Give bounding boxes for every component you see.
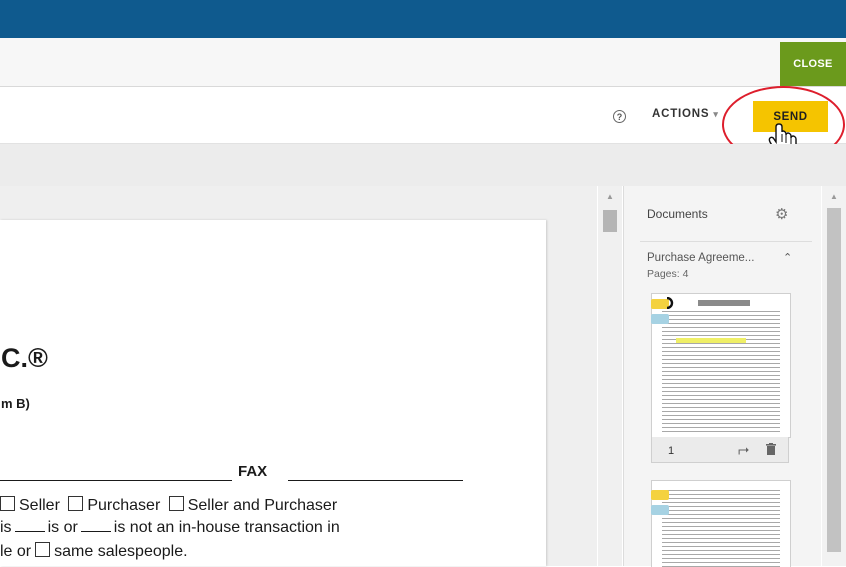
close-button[interactable]: CLOSE [780,42,846,86]
checkbox-same-salespeople[interactable] [35,542,51,557]
field-tag-icon [651,505,669,515]
signature-tag-icon [651,490,669,500]
document-name[interactable]: Purchase Agreeme... [647,252,754,264]
document-page-count: Pages: 4 [647,268,689,280]
salespeople-line: le or same salespeople. [0,542,188,560]
trash-icon[interactable] [766,443,776,455]
panel-scrollbar-thumb[interactable] [827,208,841,552]
party-checkbox-line: Seller Purchaser Seller and Purchaser [0,496,337,515]
panel-scrollbar[interactable]: ▲ [822,186,846,566]
document-subtitle-fragment: m B) [1,396,30,411]
actions-label: ACTIONS [652,108,710,120]
scroll-up-arrow-icon[interactable]: ▲ [830,192,838,201]
checkbox-seller-and-purchaser[interactable] [168,496,184,511]
document-scrollbar[interactable]: ▲ [598,186,622,566]
document-title-bar [0,38,846,87]
page-number: 1 [668,445,675,457]
form-blank-line [0,480,232,481]
secondary-toolbar [0,144,846,186]
page-thumbnail[interactable] [651,293,791,438]
thumbnail-text-lines [662,308,780,434]
thumbnail-text-lines [662,487,780,567]
thumbnail-header [698,300,750,306]
form-blank[interactable] [14,531,45,532]
document-title-fragment: C.® [1,343,48,373]
checkbox-purchaser[interactable] [68,496,84,511]
page-thumbnail[interactable] [651,480,791,567]
chevron-down-icon: ▾ [713,108,719,119]
fax-blank-line [288,480,463,481]
rotate-page-icon[interactable]: ⮣ [738,441,749,458]
action-toolbar [0,88,846,144]
checkbox-seller[interactable] [0,496,15,511]
form-blank[interactable] [80,531,111,532]
chevron-up-icon[interactable]: ⌃ [783,251,792,264]
field-tag-icon [651,314,669,324]
actions-menu[interactable]: ACTIONS ▾ [652,108,719,120]
panel-divider [640,241,812,242]
thumbnail-highlight [676,338,746,343]
inhouse-transaction-line: is is or is not an in-house transaction in [0,519,340,536]
documents-header: Documents [647,207,708,221]
logo-mark-icon [666,297,674,309]
fax-label: FAX [238,463,268,480]
document-scrollbar-thumb[interactable] [603,210,617,232]
help-icon[interactable]: ? [613,110,626,123]
app-header-bar [0,0,846,38]
gear-icon[interactable]: ⚙ [775,205,788,223]
scroll-up-arrow-icon[interactable]: ▲ [606,192,614,201]
